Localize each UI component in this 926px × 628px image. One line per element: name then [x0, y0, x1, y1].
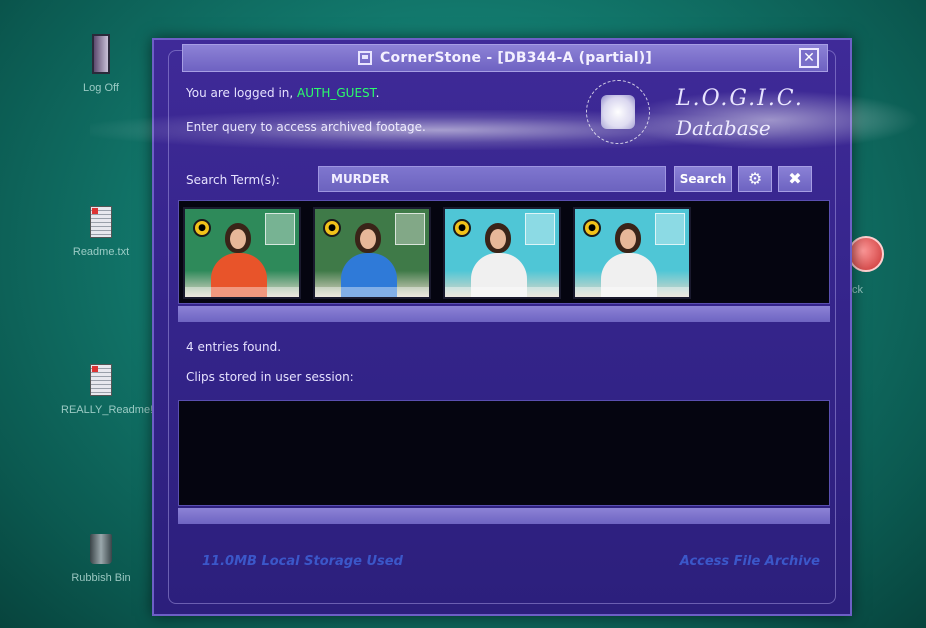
access-archive-link[interactable]: Access File Archive [680, 554, 820, 569]
username: AUTH_GUEST [297, 86, 376, 100]
clip-person-face [230, 229, 246, 249]
video-clip-thumbnail[interactable]: ● [183, 207, 301, 299]
clip-table [315, 287, 429, 297]
desktop-icon-label: Log Off [83, 82, 119, 94]
clip-info-overlay [525, 213, 555, 245]
desktop-icon-label: Rubbish Bin [71, 572, 131, 584]
search-button[interactable]: Search [674, 166, 732, 192]
clip-person-face [360, 229, 376, 249]
login-prefix: You are logged in, [186, 86, 298, 100]
settings-button[interactable]: ⚙ [738, 166, 772, 192]
document-icon [90, 364, 112, 396]
video-clip-thumbnail[interactable]: ● [443, 207, 561, 299]
camera-icon: ● [323, 219, 341, 237]
login-status: You are logged in, AUTH_GUEST. [186, 86, 379, 100]
query-prompt: Enter query to access archived footage. [186, 120, 426, 134]
stored-clips-label: Clips stored in user session: [186, 370, 354, 384]
clip-info-overlay [395, 213, 425, 245]
app-window-icon [358, 51, 373, 65]
window-title: CornerStone - [DB344-A (partial)] [380, 50, 652, 66]
desktop-icon-label: Readme.txt [72, 246, 130, 258]
camera-icon: ● [193, 219, 211, 237]
stored-clips-panel[interactable] [178, 400, 830, 506]
camera-icon: ● [583, 219, 601, 237]
desktop-icon-label-partial: ck [852, 284, 863, 296]
video-clip-thumbnail[interactable]: ● [313, 207, 431, 299]
local-storage-link[interactable]: 11.0MB Local Storage Used [202, 554, 403, 569]
clip-table [185, 287, 299, 297]
search-input[interactable]: MURDER [318, 166, 666, 192]
seal-emblem-icon [601, 95, 635, 129]
desktop-icon-log-off[interactable]: Log Off [46, 34, 156, 94]
tools-button[interactable]: ✖ [778, 166, 812, 192]
entries-count: 4 entries found. [186, 340, 282, 354]
search-label: Search Term(s): [186, 173, 280, 187]
camera-icon: ● [453, 219, 471, 237]
cornerstone-window: CornerStone - [DB344-A (partial)] ✕ You … [152, 38, 852, 616]
bin-icon [90, 534, 112, 564]
clip-person-face [620, 229, 636, 249]
clips-scrollbar[interactable] [178, 508, 830, 524]
door-icon [92, 34, 110, 74]
clip-table [575, 287, 689, 297]
document-icon [90, 206, 112, 238]
tools-icon: ✖ [788, 169, 802, 188]
desktop-icon-really-readme[interactable]: REALLY_Readme!!.txt [46, 364, 171, 416]
clip-person-face [490, 229, 506, 249]
desktop-icon-partial[interactable] [848, 236, 884, 272]
logo-subtitle: Database [676, 116, 771, 140]
clip-info-overlay [265, 213, 295, 245]
search-results-panel: ● ● ● ● [178, 200, 830, 304]
desktop-icon-rubbish-bin[interactable]: Rubbish Bin [46, 534, 156, 584]
results-scrollbar[interactable] [178, 306, 830, 322]
clip-table [445, 287, 559, 297]
close-button[interactable]: ✕ [799, 48, 819, 68]
login-suffix: . [375, 86, 380, 100]
logo-title: L.O.G.I.C. [676, 86, 804, 111]
gear-icon: ⚙ [747, 169, 763, 188]
desktop-icon-readme[interactable]: Readme.txt [46, 206, 156, 258]
clip-info-overlay [655, 213, 685, 245]
logic-seal-logo [586, 80, 650, 144]
window-titlebar[interactable]: CornerStone - [DB344-A (partial)] ✕ [182, 44, 828, 72]
video-clip-thumbnail[interactable]: ● [573, 207, 691, 299]
desktop-icon-label: REALLY_Readme!!.txt [61, 404, 171, 416]
